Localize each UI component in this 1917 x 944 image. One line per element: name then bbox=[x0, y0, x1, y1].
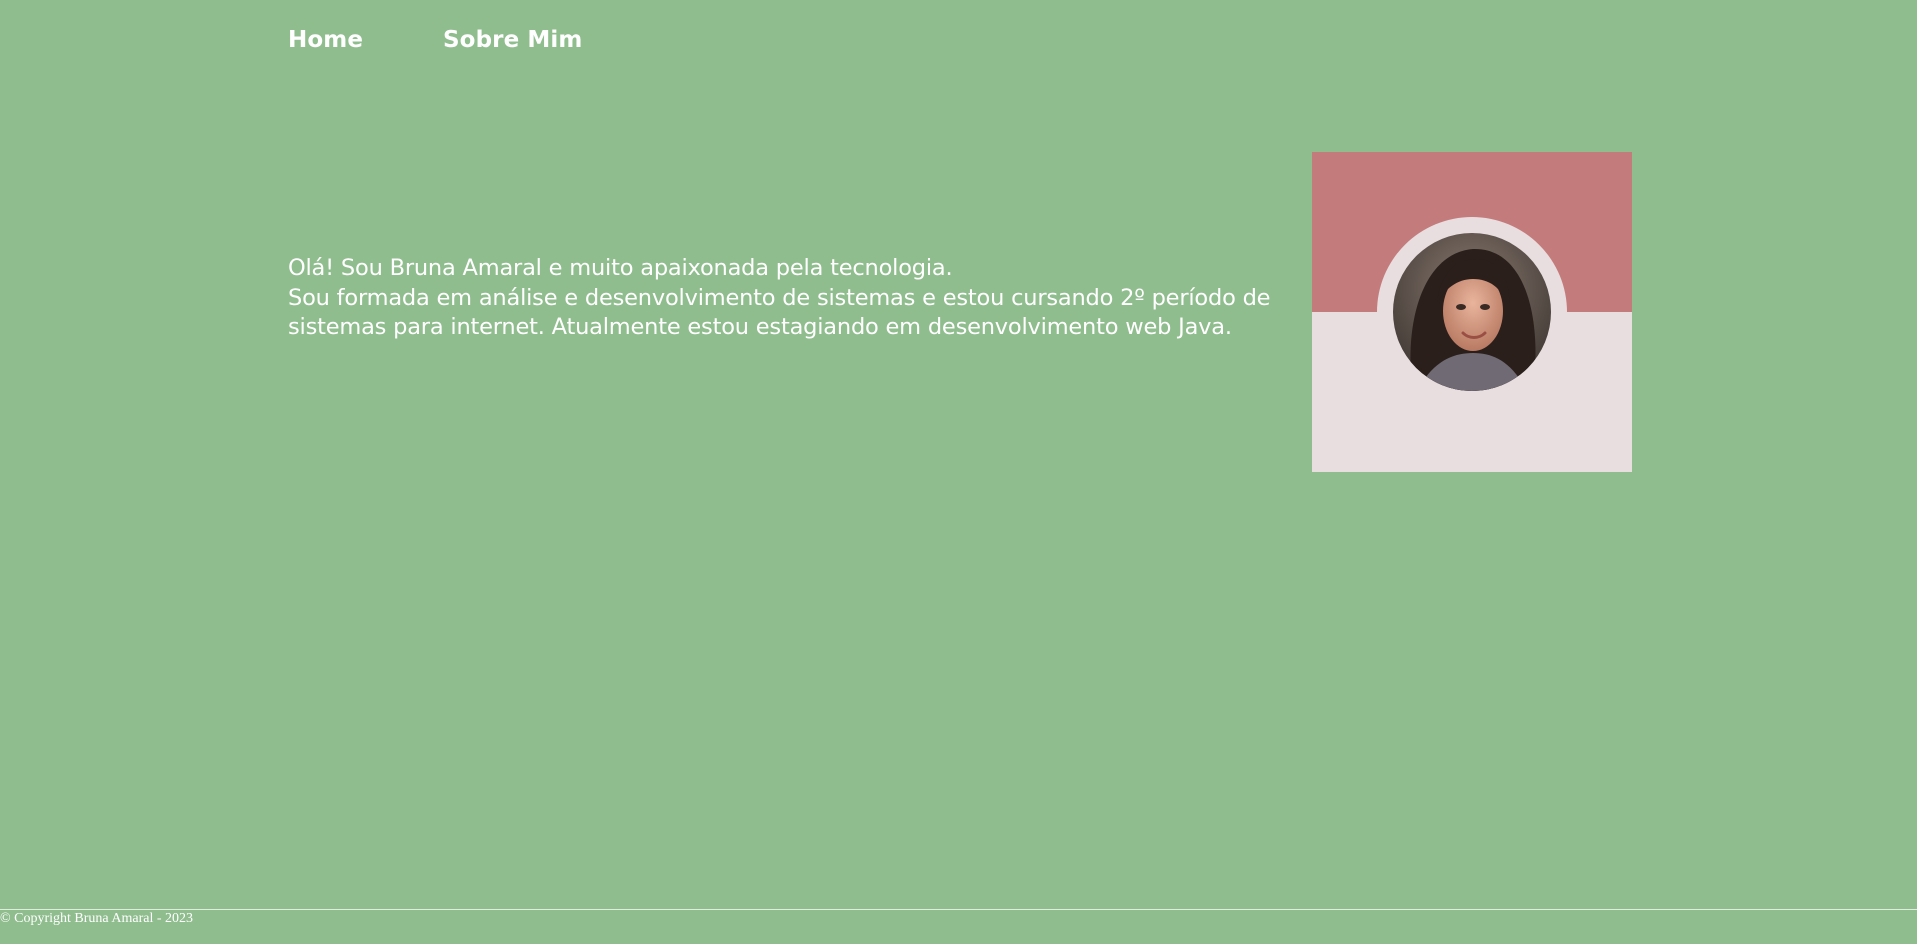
footer-copyright: © Copyright Bruna Amaral - 2023 bbox=[0, 911, 193, 926]
nav-link-sobre-mim[interactable]: Sobre Mim bbox=[443, 27, 582, 53]
intro-description: Sou formada em análise e desenvolvimento… bbox=[288, 284, 1271, 341]
main-nav: Home Sobre Mim bbox=[288, 27, 582, 53]
footer-divider bbox=[0, 909, 1917, 910]
profile-card bbox=[1312, 152, 1632, 472]
intro-greeting: Olá! Sou Bruna Amaral e muito apaixonada… bbox=[288, 255, 953, 281]
nav-link-home[interactable]: Home bbox=[288, 27, 363, 53]
profile-photo bbox=[1393, 233, 1551, 391]
intro-text: Olá! Sou Bruna Amaral e muito apaixonada… bbox=[288, 254, 1308, 343]
